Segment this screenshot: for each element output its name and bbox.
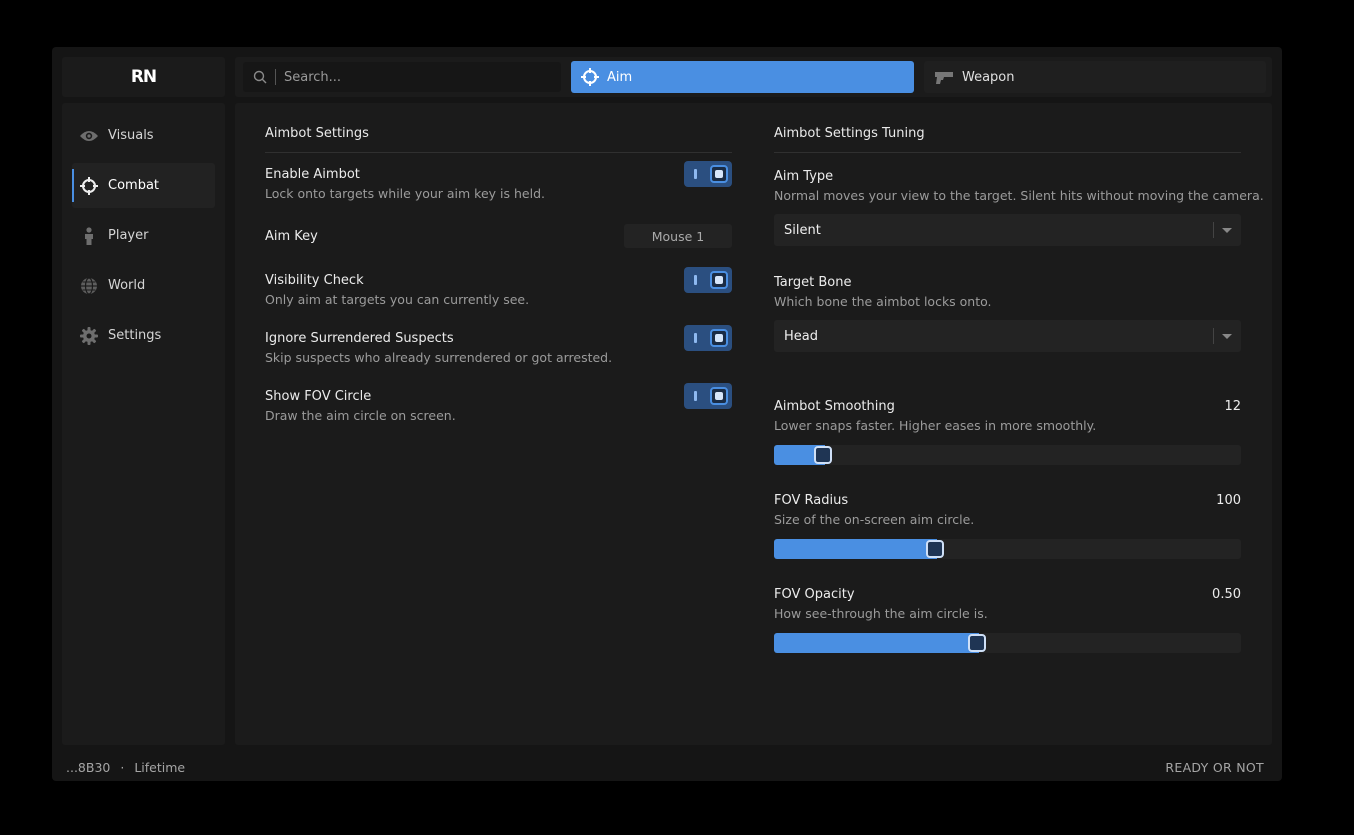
sidebar-item-label: Settings	[108, 328, 162, 343]
aim-key-button[interactable]: Mouse 1	[624, 224, 732, 248]
crosshair-icon	[581, 68, 599, 86]
section-divider	[265, 152, 732, 153]
fov-opacity-slider[interactable]	[774, 633, 1241, 653]
footer-game-name: READY OR NOT	[1165, 760, 1264, 775]
sidebar-item-label: World	[108, 278, 146, 293]
tab-aim[interactable]: Aim	[571, 61, 914, 93]
smoothing-value: 12	[1224, 399, 1241, 414]
show-fov-circle-toggle[interactable]	[684, 383, 732, 409]
search-icon	[253, 70, 267, 84]
top-bar: Aim Weapon	[235, 57, 1272, 97]
target-bone-select[interactable]: Head	[774, 320, 1241, 352]
aim-type-label: Aim Type	[774, 169, 834, 184]
tab-weapon[interactable]: Weapon	[924, 61, 1266, 93]
section-title-tuning: Aimbot Settings Tuning	[774, 126, 925, 141]
ignore-surrendered-desc: Skip suspects who already surrendered or…	[265, 350, 613, 365]
pistol-icon	[935, 72, 953, 84]
tab-weapon-label: Weapon	[962, 69, 1015, 85]
aim-type-value: Silent	[784, 222, 821, 238]
eye-icon	[79, 126, 99, 146]
sidebar-item-settings[interactable]: Settings	[72, 313, 215, 358]
fov-opacity-label: FOV Opacity	[774, 587, 855, 602]
sidebar-item-player[interactable]: Player	[72, 213, 215, 258]
section-divider	[774, 152, 1241, 153]
chevron-down-icon	[1222, 228, 1232, 233]
slider-thumb[interactable]	[926, 540, 944, 558]
aim-type-desc: Normal moves your view to the target. Si…	[774, 188, 1264, 203]
section-title-aimbot-settings: Aimbot Settings	[265, 126, 369, 141]
aim-type-select[interactable]: Silent	[774, 214, 1241, 246]
globe-icon	[79, 276, 99, 296]
visibility-check-toggle[interactable]	[684, 267, 732, 293]
sidebar-item-label: Combat	[108, 178, 160, 193]
aim-key-label: Aim Key	[265, 229, 318, 244]
footer-left: ...8B30 · Lifetime	[66, 760, 185, 775]
sidebar-item-world[interactable]: World	[72, 263, 215, 308]
slider-thumb[interactable]	[968, 634, 986, 652]
smoothing-desc: Lower snaps faster. Higher eases in more…	[774, 418, 1097, 433]
search-input[interactable]	[284, 69, 554, 85]
logo: RN	[130, 67, 157, 87]
footer-id: ...8B30	[66, 760, 111, 775]
enable-aimbot-label: Enable Aimbot	[265, 167, 360, 182]
visibility-check-desc: Only aim at targets you can currently se…	[265, 292, 530, 307]
fov-radius-desc: Size of the on-screen aim circle.	[774, 512, 975, 527]
fov-opacity-value: 0.50	[1212, 587, 1241, 602]
visibility-check-label: Visibility Check	[265, 273, 364, 288]
enable-aimbot-desc: Lock onto targets while your aim key is …	[265, 186, 545, 201]
show-fov-circle-desc: Draw the aim circle on screen.	[265, 408, 456, 423]
slider-fill	[774, 633, 979, 653]
logo-box: RN	[62, 57, 225, 97]
chevron-down-icon	[1222, 334, 1232, 339]
sidebar-item-visuals[interactable]: Visuals	[72, 113, 215, 158]
ignore-surrendered-toggle[interactable]	[684, 325, 732, 351]
footer-license: Lifetime	[134, 760, 186, 775]
sidebar: Visuals Combat Player World Settings	[62, 103, 225, 745]
select-separator	[1213, 222, 1214, 238]
smoothing-label: Aimbot Smoothing	[774, 399, 895, 414]
footer-separator: ·	[120, 760, 125, 775]
show-fov-circle-label: Show FOV Circle	[265, 389, 372, 404]
slider-thumb[interactable]	[814, 446, 832, 464]
sidebar-item-label: Visuals	[108, 128, 154, 143]
main-panel: Aimbot Settings Enable Aimbot Lock onto …	[235, 103, 1272, 745]
target-bone-label: Target Bone	[774, 275, 852, 290]
smoothing-slider[interactable]	[774, 445, 1241, 465]
fov-opacity-desc: How see-through the aim circle is.	[774, 606, 988, 621]
app-window: RN Aim Weapon Visuals Combat Player	[52, 47, 1282, 781]
person-icon	[79, 226, 99, 246]
fov-radius-label: FOV Radius	[774, 493, 849, 508]
slider-fill	[774, 539, 937, 559]
select-separator	[1213, 328, 1214, 344]
search-box[interactable]	[243, 62, 561, 92]
ignore-surrendered-label: Ignore Surrendered Suspects	[265, 331, 454, 346]
target-bone-value: Head	[784, 328, 818, 344]
target-bone-desc: Which bone the aimbot locks onto.	[774, 294, 992, 309]
crosshair-icon	[79, 176, 99, 196]
enable-aimbot-toggle[interactable]	[684, 161, 732, 187]
tab-aim-label: Aim	[607, 69, 633, 85]
gear-icon	[79, 326, 99, 346]
fov-radius-value: 100	[1216, 493, 1241, 508]
search-caret	[275, 69, 276, 85]
fov-radius-slider[interactable]	[774, 539, 1241, 559]
sidebar-item-combat[interactable]: Combat	[72, 163, 215, 208]
sidebar-item-label: Player	[108, 228, 149, 243]
